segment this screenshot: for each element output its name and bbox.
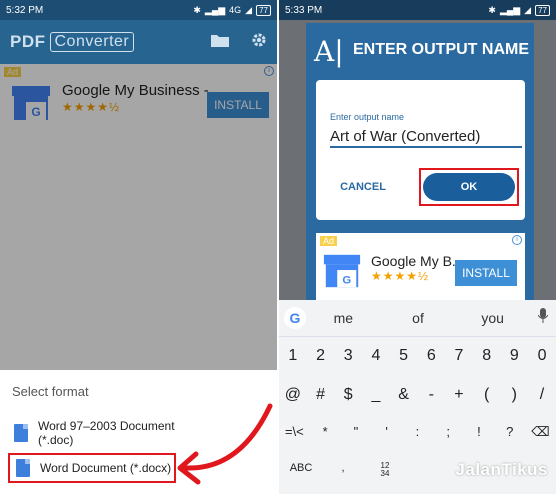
suggestion[interactable]: you: [455, 310, 530, 326]
app-logo: PDF Converter: [10, 32, 135, 52]
info-icon[interactable]: i: [512, 235, 522, 245]
suggestion-bar: G me of you: [279, 300, 556, 337]
battery-icon: 77: [256, 4, 271, 16]
folder-icon[interactable]: [211, 33, 229, 52]
key[interactable]: ,: [331, 462, 355, 478]
wifi-icon: ◢: [524, 4, 532, 15]
rating-stars: ★★★★½: [371, 269, 430, 283]
wifi-icon: ◢: [245, 4, 253, 15]
ad-title: Google My B..: [371, 253, 460, 269]
key-row: 1 2 3 4 5 6 7 8 9 0: [279, 347, 556, 365]
annotation-arrow: [177, 403, 273, 485]
key[interactable]: 0: [530, 347, 554, 365]
ad-tag: Ad: [320, 236, 338, 246]
key[interactable]: 7: [447, 347, 471, 365]
gear-icon[interactable]: [251, 32, 267, 53]
key[interactable]: /: [530, 386, 554, 404]
key[interactable]: 9: [502, 347, 526, 365]
status-bar: 5:32 PM ✱ ▂▄▆ 4G ◢ 77: [0, 0, 277, 20]
key[interactable]: ): [502, 386, 526, 404]
key[interactable]: 1: [281, 347, 305, 365]
suggestion[interactable]: me: [306, 310, 381, 326]
key[interactable]: =\<: [282, 424, 306, 440]
key[interactable]: @: [281, 386, 305, 404]
key[interactable]: ': [375, 424, 399, 440]
dim-overlay: [0, 64, 277, 370]
key[interactable]: 4: [364, 347, 388, 365]
key[interactable]: 8: [475, 347, 499, 365]
backspace-key[interactable]: ⌫: [529, 424, 553, 440]
key[interactable]: ;: [436, 424, 460, 440]
key[interactable]: :: [405, 424, 429, 440]
key[interactable]: -: [419, 386, 443, 404]
right-screen: 5:33 PM ✱ ▂▄▆ ◢ 77 A| ENTER OUTPUT NAME …: [279, 0, 556, 494]
key[interactable]: +: [447, 386, 471, 404]
key[interactable]: 5: [392, 347, 416, 365]
google-icon[interactable]: G: [284, 307, 306, 329]
key[interactable]: &: [392, 386, 416, 404]
network-type: 4G: [229, 5, 242, 15]
watermark: JalanTikus: [455, 460, 548, 479]
key[interactable]: #: [309, 386, 333, 404]
word-document-icon: [14, 424, 28, 442]
field-label: Enter output name: [330, 112, 405, 122]
status-bar: 5:33 PM ✱ ▂▄▆ ◢ 77: [279, 0, 556, 20]
key[interactable]: $: [336, 386, 360, 404]
key[interactable]: ?: [498, 424, 522, 440]
output-name-dialog: A| ENTER OUTPUT NAME Enter output name C…: [306, 23, 534, 300]
app-bar: PDF Converter: [0, 20, 277, 64]
signal-icon: ▂▄▆: [499, 4, 521, 15]
key-row: @ # $ _ & - + ( ) /: [279, 386, 556, 404]
word-document-icon: [16, 459, 30, 477]
ad-banner[interactable]: Ad i G Google My B.. ★★★★½ INSTALL: [316, 233, 525, 300]
format-option-docx[interactable]: Word Document (*.docx): [8, 453, 176, 483]
install-button[interactable]: INSTALL: [455, 260, 517, 286]
bluetooth-icon: ✱: [488, 4, 496, 15]
key[interactable]: 2: [309, 347, 333, 365]
dialog-title: ENTER OUTPUT NAME: [353, 41, 529, 58]
key[interactable]: 3: [336, 347, 360, 365]
key[interactable]: *: [313, 424, 337, 440]
numpad-key[interactable]: 12 34: [373, 462, 397, 478]
key-row: =\< * " ' : ; ! ? ⌫: [279, 424, 556, 440]
cancel-button[interactable]: CANCEL: [318, 174, 408, 200]
key[interactable]: 6: [419, 347, 443, 365]
mic-icon[interactable]: [530, 307, 556, 329]
ok-button[interactable]: OK: [423, 173, 515, 201]
app-logo-icon: A|: [314, 35, 344, 68]
status-time: 5:32 PM: [6, 4, 44, 16]
key[interactable]: (: [475, 386, 499, 404]
battery-icon: 77: [535, 4, 550, 16]
key[interactable]: !: [467, 424, 491, 440]
sheet-title: Select format: [12, 384, 89, 399]
signal-icon: ▂▄▆: [204, 4, 226, 15]
google-my-business-icon: G: [323, 254, 361, 288]
key[interactable]: _: [364, 386, 388, 404]
suggestion[interactable]: of: [381, 310, 456, 326]
format-option-doc[interactable]: Word 97–2003 Document (*.doc): [8, 418, 176, 448]
keyboard: G me of you 1 2 3 4 5 6 7 8 9 0 @ # $ _ …: [279, 300, 556, 494]
svg-text:G: G: [342, 274, 351, 286]
output-name-input[interactable]: [330, 126, 522, 148]
abc-key[interactable]: ABC: [289, 462, 313, 478]
key[interactable]: ": [344, 424, 368, 440]
bluetooth-icon: ✱: [193, 4, 201, 15]
status-time: 5:33 PM: [285, 4, 323, 16]
